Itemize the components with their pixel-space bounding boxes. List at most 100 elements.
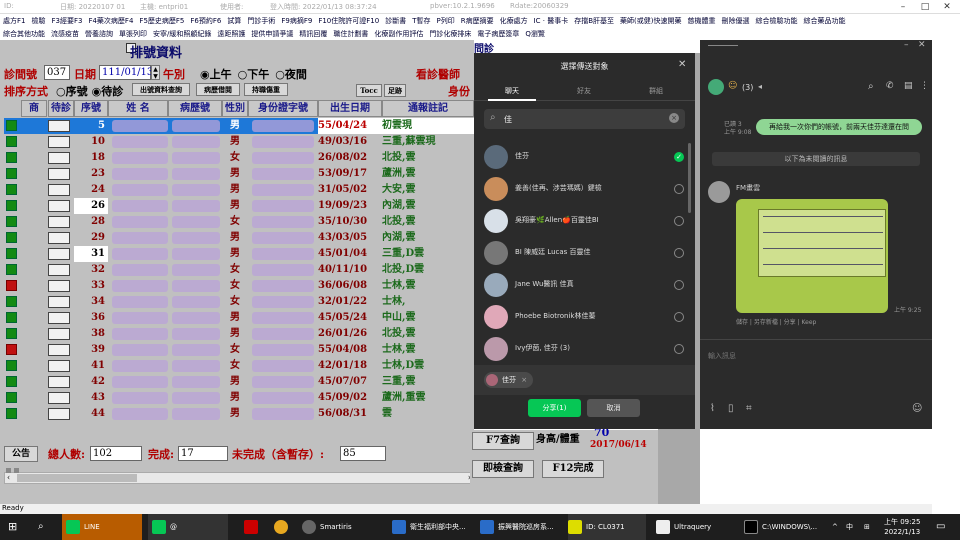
table-row[interactable]: 41 女 42/01/18 士林,D雲 bbox=[4, 358, 474, 374]
clear-search-icon[interactable]: × bbox=[669, 113, 679, 123]
status-indicator[interactable] bbox=[6, 136, 17, 147]
tab-chat[interactable]: 聊天 bbox=[488, 86, 536, 101]
radio-icon[interactable] bbox=[674, 312, 684, 322]
wait-status-icon[interactable] bbox=[48, 408, 70, 420]
menu-item[interactable]: F10住院許可證F10 bbox=[315, 14, 382, 26]
menu-item[interactable]: IC · 醫事卡 bbox=[531, 14, 572, 26]
windows-start-icon[interactable]: ⊞ bbox=[8, 514, 17, 540]
wait-status-icon[interactable] bbox=[48, 392, 70, 404]
bookmark-icon[interactable]: ▯ bbox=[728, 403, 734, 414]
f7-query-button[interactable]: F7查詢 bbox=[472, 432, 534, 450]
wait-status-icon[interactable] bbox=[48, 232, 70, 244]
table-row[interactable]: 23 男 53/09/17 蘆洲,雲 bbox=[4, 166, 474, 182]
noon-option[interactable]: ◉上午 bbox=[200, 68, 232, 81]
table-row[interactable]: 43 男 45/09/02 蘆洲,重雲 bbox=[4, 390, 474, 406]
wait-status-icon[interactable] bbox=[48, 296, 70, 308]
table-row[interactable]: 5 男 55/04/24 初雲現 bbox=[4, 118, 474, 134]
sort-option[interactable]: ◉待診 bbox=[92, 85, 124, 98]
status-indicator[interactable] bbox=[6, 200, 17, 211]
table-row[interactable]: 10 男 49/03/16 三重,蘇雲現 bbox=[4, 134, 474, 150]
menu-item[interactable]: 慈機體重 bbox=[685, 14, 719, 26]
minimize-icon[interactable]: – bbox=[892, 0, 914, 14]
menu-item[interactable]: 診斷書 bbox=[382, 14, 409, 26]
menu-item[interactable]: 單張列印 bbox=[116, 27, 150, 39]
table-row[interactable]: 24 男 31/05/02 大安,雲 bbox=[4, 182, 474, 198]
menu-item[interactable]: F4藥次病歷F4 bbox=[85, 14, 136, 26]
noon-option[interactable]: ○下午 bbox=[238, 68, 270, 81]
wait-status-icon[interactable] bbox=[48, 312, 70, 324]
status-indicator[interactable] bbox=[6, 280, 17, 291]
scroll-left-icon[interactable]: ‹ bbox=[7, 473, 10, 482]
taskbar-search-icon[interactable]: ⌕ bbox=[38, 514, 44, 540]
column-header[interactable]: 姓 名 bbox=[108, 100, 168, 117]
table-row[interactable]: 33 女 36/06/08 士林,雲 bbox=[4, 278, 474, 294]
wait-status-icon[interactable] bbox=[48, 248, 70, 260]
menu-item[interactable]: 藥師(或健)快速開藥 bbox=[617, 14, 684, 26]
wait-status-icon[interactable] bbox=[48, 344, 70, 356]
shared-card-image[interactable] bbox=[736, 199, 888, 313]
status-indicator[interactable] bbox=[6, 344, 17, 355]
status-indicator[interactable] bbox=[6, 120, 17, 131]
cancel-button[interactable]: 取消 bbox=[587, 399, 640, 417]
contact-item[interactable]: Phoebe Biotronik林佳蓁 bbox=[474, 301, 695, 333]
taskbar-clock[interactable]: 上午 09:25 2022/1/13 bbox=[884, 517, 920, 540]
status-indicator[interactable] bbox=[6, 216, 17, 227]
tab-groups[interactable]: 群組 bbox=[632, 86, 680, 96]
contact-item[interactable]: Ivy伊茵, 佳芬 (3) bbox=[474, 333, 695, 365]
taskbar-line[interactable]: LINE bbox=[62, 514, 142, 540]
contact-item[interactable]: BI 陳威廷 Lucas 百靈佳 bbox=[474, 237, 695, 269]
table-row[interactable]: 32 女 40/11/10 北投,D雲 bbox=[4, 262, 474, 278]
more-icon[interactable]: ⋮ bbox=[920, 81, 929, 91]
column-header[interactable]: 序號 bbox=[74, 100, 108, 117]
status-indicator[interactable] bbox=[6, 184, 17, 195]
table-row[interactable]: 26 男 19/09/23 內湖,雲 bbox=[4, 198, 474, 214]
radio-icon[interactable] bbox=[674, 184, 684, 194]
menu-item[interactable]: 綜合藥品功能 bbox=[801, 14, 849, 26]
tray-up-icon[interactable]: ^ bbox=[832, 514, 838, 540]
menu-item[interactable]: Q瀏覽 bbox=[522, 27, 548, 39]
ime-mode-icon[interactable]: ⊞ bbox=[864, 514, 870, 540]
contact-item[interactable]: 姜善(佳再、涉芸瑪媽）鍵檢 bbox=[474, 173, 695, 205]
wait-status-icon[interactable] bbox=[48, 216, 70, 228]
regno-input[interactable]: 037 bbox=[44, 65, 70, 80]
table-row[interactable]: 31 男 45/01/04 三重,D雲 bbox=[4, 246, 474, 262]
contact-item[interactable]: Jane Wu醫訊 佳真 bbox=[474, 269, 695, 301]
query-button[interactable]: 出號資料查詢 bbox=[132, 83, 190, 96]
menu-item[interactable]: 綜合其他功能 bbox=[0, 27, 48, 39]
wait-status-icon[interactable] bbox=[48, 280, 70, 292]
contact-item[interactable]: 吳翔豪🌿Allen🍎百靈佳BI bbox=[474, 205, 695, 237]
column-header[interactable]: 出生日期 bbox=[318, 100, 382, 117]
chat-minimize-icon[interactable]: – bbox=[904, 40, 909, 50]
status-indicator[interactable] bbox=[6, 408, 17, 419]
wait-status-icon[interactable] bbox=[48, 120, 70, 132]
wait-status-icon[interactable] bbox=[48, 200, 70, 212]
menu-item[interactable]: 試算 bbox=[224, 14, 244, 26]
crop-icon[interactable]: ⌗ bbox=[746, 403, 752, 414]
menu-item[interactable]: 提供申請爭議 bbox=[248, 27, 296, 39]
menu-item[interactable]: 化療副作用評估 bbox=[371, 27, 426, 39]
table-row[interactable]: 34 女 32/01/22 士林, bbox=[4, 294, 474, 310]
menu-item[interactable]: F9病摘F9 bbox=[278, 14, 315, 26]
status-indicator[interactable] bbox=[6, 152, 17, 163]
radio-icon[interactable] bbox=[674, 280, 684, 290]
status-indicator[interactable] bbox=[6, 312, 17, 323]
taskbar-health[interactable]: 衛生福利部中央... bbox=[392, 514, 470, 540]
column-header[interactable]: 性別 bbox=[222, 100, 248, 117]
wait-status-icon[interactable] bbox=[48, 376, 70, 388]
table-row[interactable]: 44 男 56/08/31 雲 bbox=[4, 406, 474, 422]
date-spinner[interactable]: ▲ ▼ bbox=[151, 65, 160, 80]
menu-item[interactable]: 存擋B肝基至 bbox=[571, 14, 617, 26]
menu-item[interactable]: 門診手術 bbox=[244, 14, 278, 26]
emoji-picker-icon[interactable]: ☺ bbox=[912, 403, 922, 414]
menu-item[interactable]: R病歷摘要 bbox=[458, 14, 497, 26]
table-row[interactable]: 18 女 26/08/02 北投,雲 bbox=[4, 150, 474, 166]
date-input[interactable]: 111/01/13 bbox=[99, 65, 153, 80]
wait-status-icon[interactable] bbox=[48, 136, 70, 148]
status-indicator[interactable] bbox=[6, 360, 17, 371]
menu-item[interactable]: T暫存 bbox=[409, 14, 433, 26]
taskbar-nhi[interactable]: 振興醫院巡房系... bbox=[480, 514, 558, 540]
table-row[interactable]: 39 女 55/04/08 士林,雲 bbox=[4, 342, 474, 358]
noon-option[interactable]: ○夜間 bbox=[275, 68, 307, 81]
status-indicator[interactable] bbox=[6, 296, 17, 307]
taskbar-cmd[interactable]: C:\WINDOWS\... bbox=[744, 514, 822, 540]
